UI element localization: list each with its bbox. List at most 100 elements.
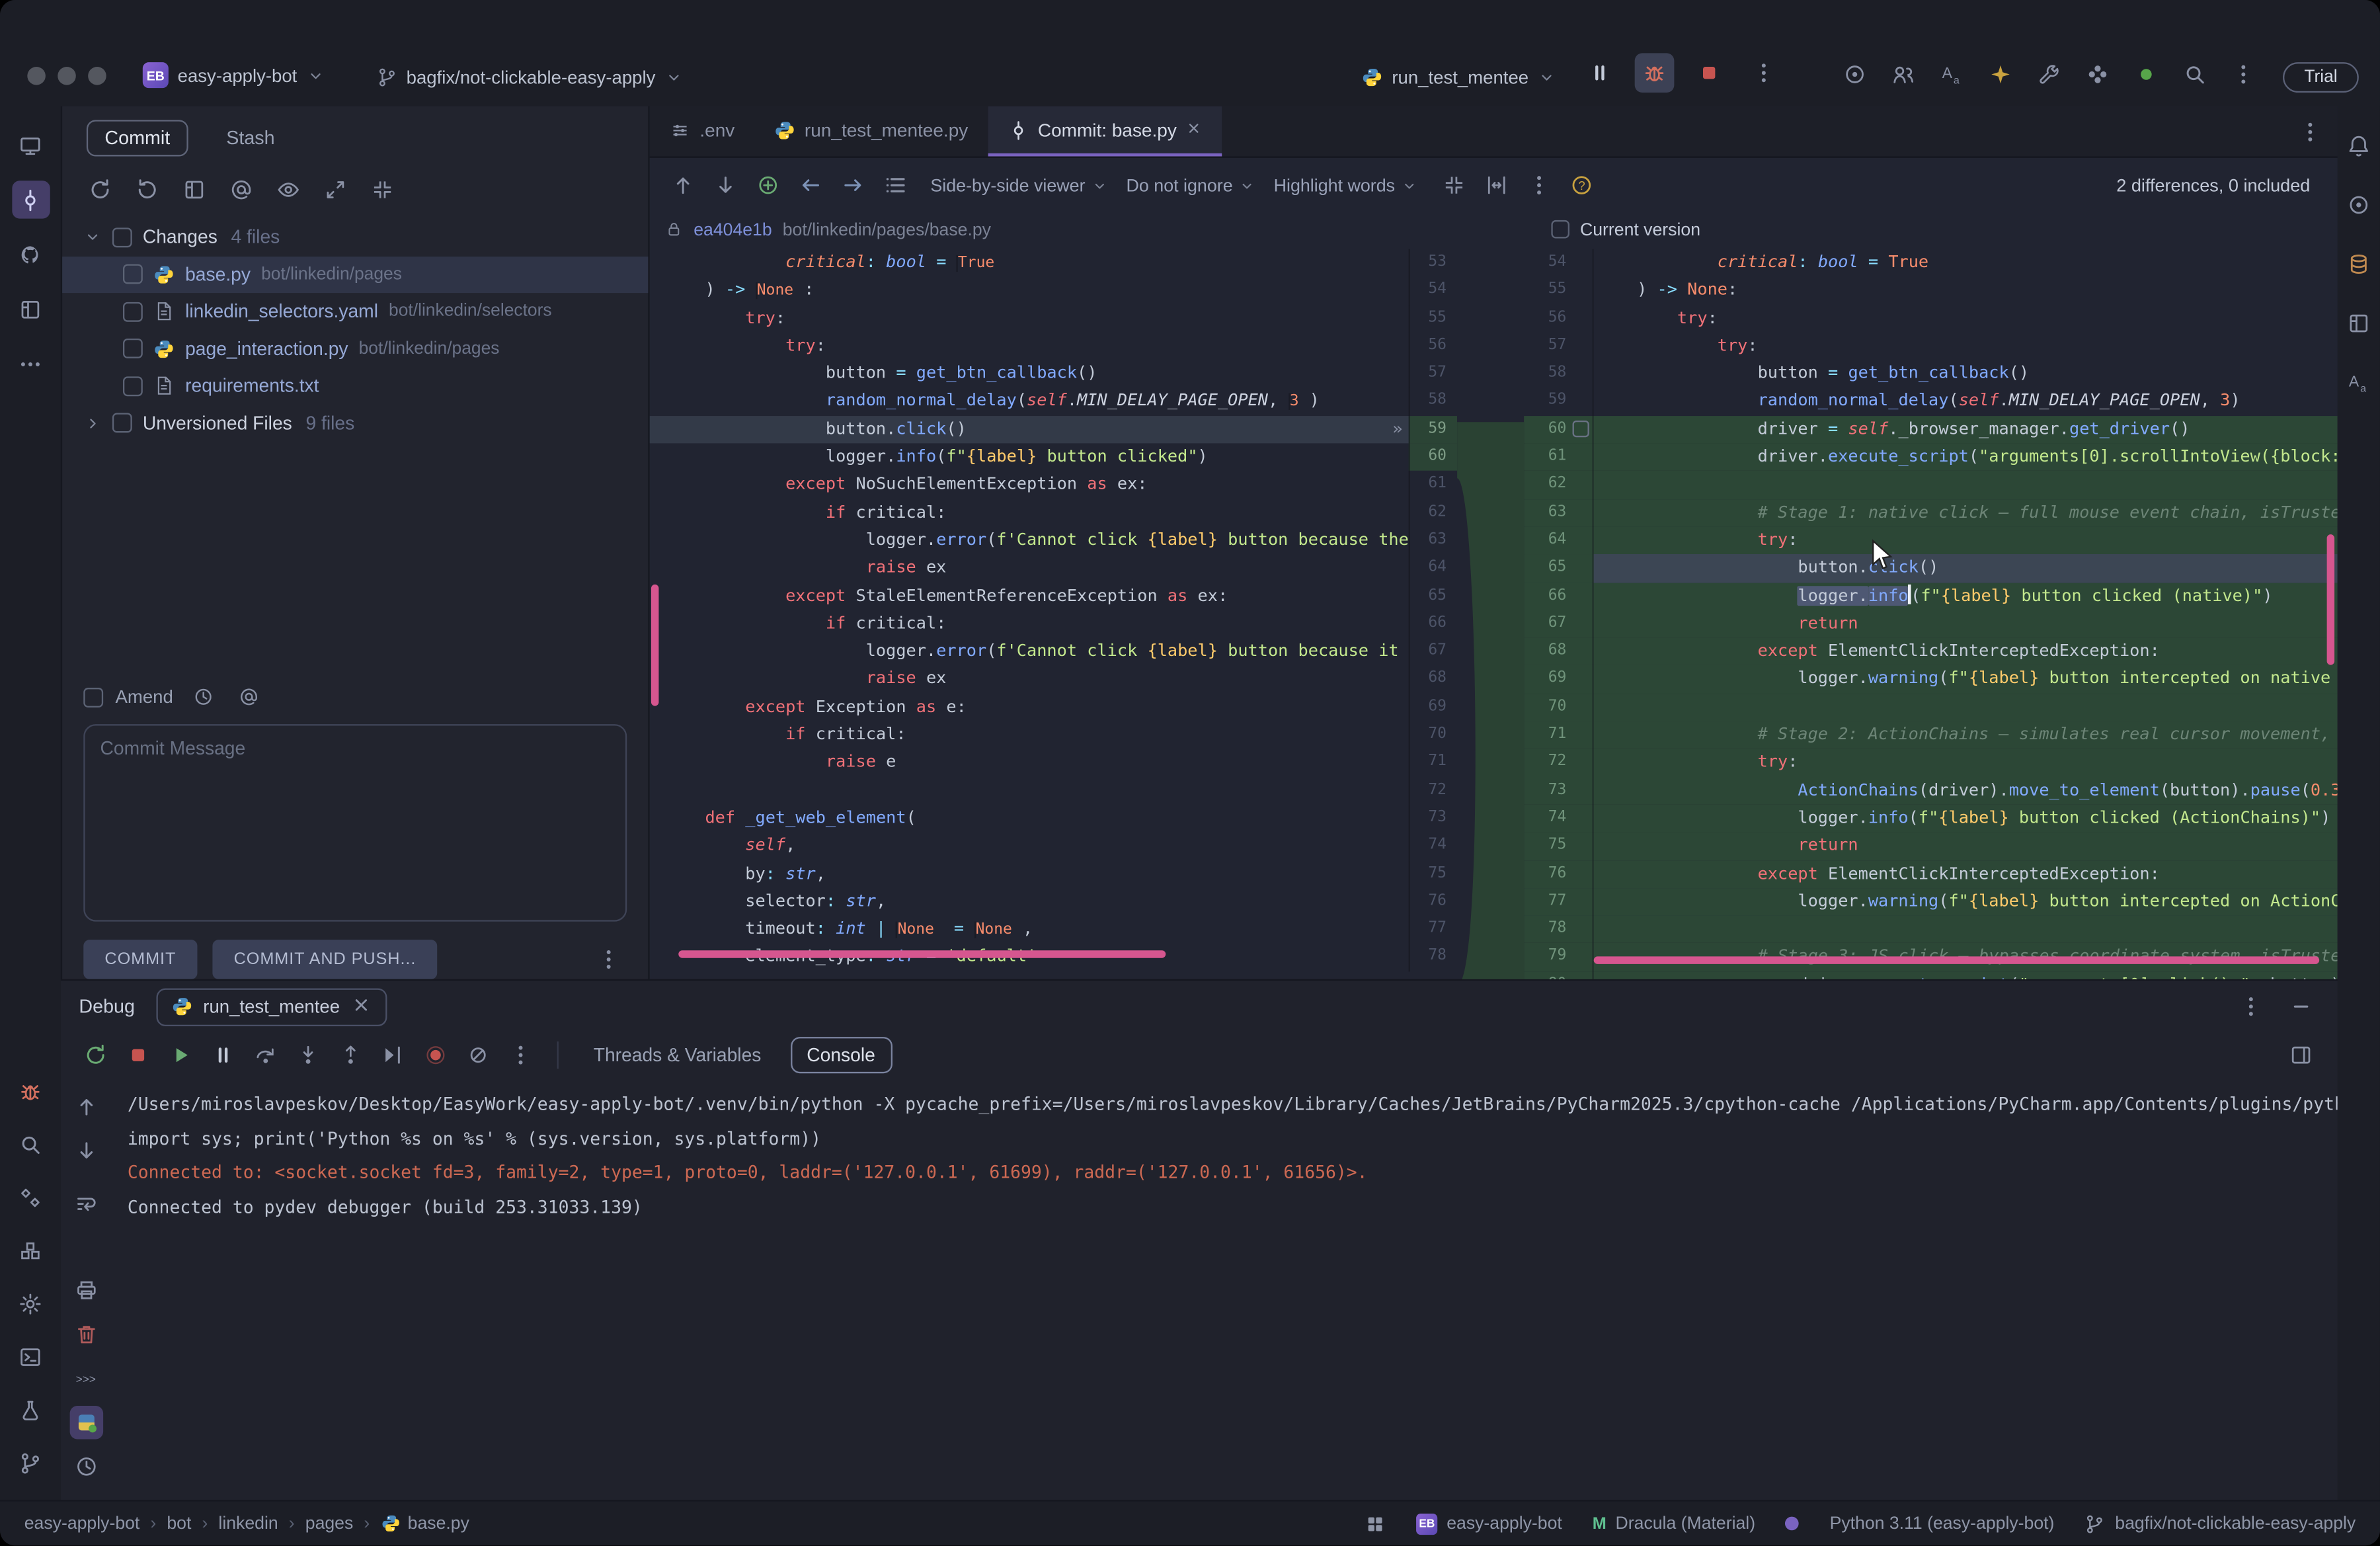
right-vertical-scrollbar[interactable] [2326,534,2335,665]
right-horizontal-scrollbar[interactable] [1593,956,2320,964]
project-tool-icon[interactable] [11,126,49,164]
settings-menu-icon[interactable] [2224,55,2262,93]
commit-and-push-button[interactable]: COMMIT AND PUSH... [212,940,438,979]
commit-message-input[interactable] [83,724,627,922]
minimize-window-button[interactable] [58,67,76,85]
more-tools-icon[interactable] [11,345,49,382]
highlight-dropdown[interactable]: Highlight words [1274,175,1418,195]
close-tab-icon[interactable] [1186,119,1203,140]
github-tool-icon[interactable] [11,235,49,273]
tab-stash[interactable]: Stash [210,122,292,155]
hide-panel-icon[interactable] [2281,987,2319,1025]
run-config-widget[interactable]: run_test_mentee [1353,62,1566,93]
stop-icon[interactable] [122,1038,155,1072]
up-stack-icon[interactable] [70,1090,104,1123]
tab-threads-variables[interactable]: Threads & Variables [578,1038,777,1072]
status-branch[interactable]: bagfix/not-clickable-easy-apply [2084,1513,2356,1534]
pull-requests-tool-icon[interactable] [11,290,49,328]
step-over-icon[interactable] [249,1038,283,1072]
commit-history-icon[interactable] [188,682,219,712]
amend-checkbox[interactable] [83,686,104,707]
editor-tab[interactable]: Commit: base.py [988,106,1222,157]
changed-files-icon[interactable] [877,168,912,203]
ai-actions-icon[interactable] [2340,363,2377,401]
trial-button[interactable]: Trial [2283,62,2359,93]
file-checkbox[interactable] [122,302,143,322]
resume-icon[interactable] [164,1038,198,1072]
run-to-cursor-icon[interactable] [376,1038,410,1072]
breadcrumb-item[interactable]: bot [167,1514,191,1533]
print-icon[interactable] [70,1274,104,1307]
collapse-all-icon[interactable] [366,173,399,207]
next-file-icon[interactable] [835,168,870,203]
breadcrumb-item[interactable]: easy-apply-bot [24,1514,140,1533]
rerun-debug-icon[interactable] [79,1038,112,1072]
changed-file-row[interactable]: requirements.txt [62,368,648,405]
search-tool-icon[interactable] [11,1125,49,1162]
commit-more-icon[interactable] [589,940,627,978]
diff-right-pane[interactable]: 54 critical: bool = True 55 ) -> None: 56 … [1524,249,2338,979]
changed-file-row[interactable]: base.py bot/linkedin/pages [62,255,649,294]
refresh-icon[interactable] [83,173,117,207]
commit-options-icon[interactable] [225,173,258,207]
problems-tool-icon[interactable] [11,1391,49,1428]
ai-chat-icon[interactable] [1835,55,1873,93]
window-layout-icon[interactable] [1365,1513,1386,1534]
next-change-icon[interactable] [707,168,742,203]
status-interpreter[interactable]: Python 3.11 (easy-apply-bot) [1830,1514,2055,1533]
debug-session-tab[interactable]: run_test_mentee [156,987,387,1026]
file-checkbox[interactable] [122,376,143,396]
build-tool-icon[interactable] [11,1231,49,1269]
pause-program-icon[interactable] [206,1038,240,1072]
view-breakpoints-icon[interactable] [419,1038,453,1072]
notifications-icon[interactable] [2340,126,2377,164]
breadcrumb-item[interactable]: pages [305,1514,354,1533]
editor-tabs-more-icon[interactable] [2291,112,2328,150]
changed-file-row[interactable]: page_interaction.py bot/linkedin/pages [62,330,648,367]
ignore-dropdown[interactable]: Do not ignore [1127,175,1256,195]
pause-button[interactable] [1580,53,1620,93]
console-prompt-icon[interactable] [70,1362,104,1395]
status-accent-dot[interactable] [1786,1516,1800,1531]
sync-scroll-icon[interactable] [1478,168,1513,203]
debug-more-icon[interactable] [504,1038,537,1072]
tools-icon[interactable] [2030,55,2067,93]
project-widget[interactable]: EB easy-apply-bot [134,58,333,93]
terminal-tool-icon[interactable] [11,1338,49,1375]
chevron-right-icon[interactable] [83,414,102,432]
collapse-unchanged-icon[interactable] [1436,168,1471,203]
python-packages-icon[interactable] [69,1406,104,1440]
debug-panel-more-icon[interactable] [2231,987,2269,1025]
down-stack-icon[interactable] [70,1134,104,1168]
status-project[interactable]: EB easy-apply-bot [1416,1512,1562,1535]
file-checkbox[interactable] [122,339,143,359]
show-diff-icon[interactable] [272,173,305,207]
layout-settings-icon[interactable] [2281,1036,2319,1074]
editor-tab[interactable]: .env [650,106,755,157]
translate-icon[interactable] [1932,55,1970,93]
stop-button[interactable] [1689,53,1729,93]
debug-button[interactable] [1634,53,1675,93]
history-icon[interactable] [70,1450,104,1484]
search-everywhere-icon[interactable] [2175,55,2213,93]
editor-tab[interactable]: run_test_mentee.py [754,106,988,157]
chevron-down-icon[interactable] [83,228,102,247]
changes-checkbox[interactable] [112,227,132,247]
file-checkbox[interactable] [122,264,143,284]
changes-group-row[interactable]: Changes 4 files [62,219,648,256]
step-into-icon[interactable] [292,1038,325,1072]
rollback-icon[interactable] [130,173,164,207]
tab-commit[interactable]: Commit [86,120,188,157]
tab-console[interactable]: Console [790,1037,892,1074]
expand-all-icon[interactable] [319,173,352,207]
close-window-button[interactable] [27,67,46,85]
clear-console-icon[interactable] [70,1318,104,1352]
code-with-me-icon[interactable] [1884,55,1921,93]
branch-widget[interactable]: bagfix/not-clickable-easy-apply [367,62,692,93]
window-controls[interactable] [27,67,106,85]
close-session-icon[interactable] [350,994,372,1020]
prev-file-icon[interactable] [792,168,827,203]
commit-author-icon[interactable] [234,682,264,712]
record-icon[interactable] [2127,55,2164,93]
settings-tool-icon[interactable] [11,1284,49,1322]
